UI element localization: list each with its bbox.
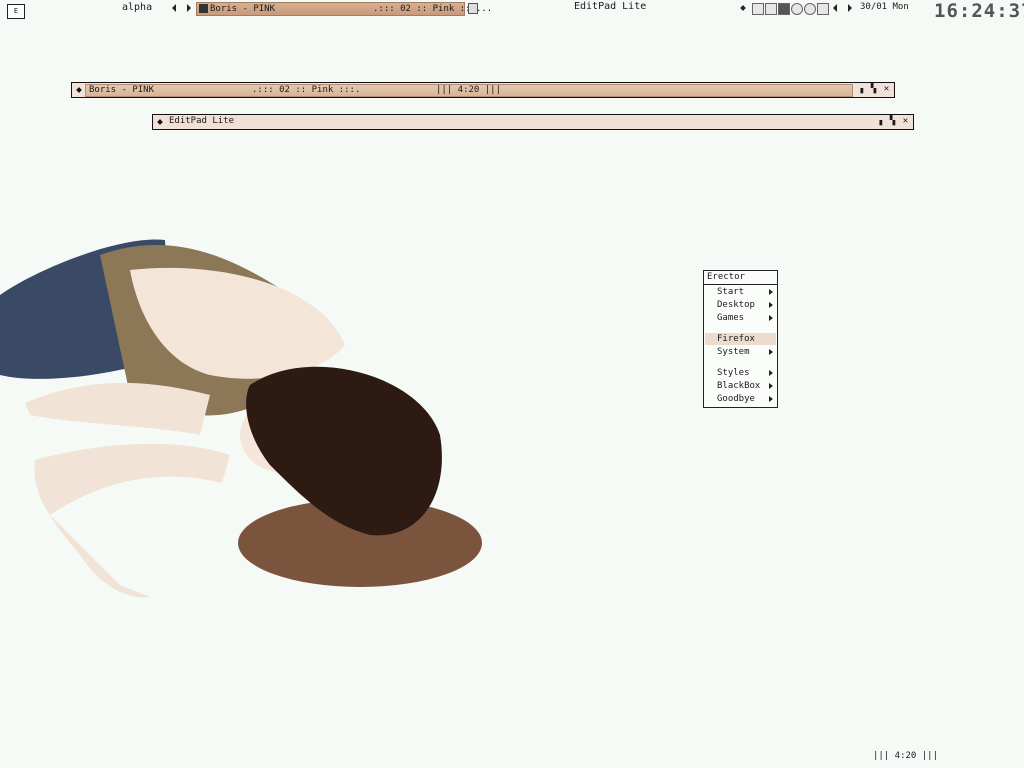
root-menu: Erector Start Desktop Games Firefox Syst… — [703, 270, 778, 408]
close-icon[interactable]: ✕ — [882, 85, 891, 94]
app-icon — [199, 4, 208, 13]
clock-date: 30/01 Mon — [860, 2, 909, 12]
menu-item-system[interactable]: System — [705, 346, 776, 358]
tray-icon-globe[interactable] — [804, 3, 816, 15]
maximize-icon[interactable]: ▚ — [888, 117, 897, 126]
next-workspace-icon[interactable] — [187, 4, 191, 12]
document-icon[interactable] — [468, 3, 478, 14]
focused-window-title: EditPad Lite — [574, 1, 647, 12]
menu-item-games[interactable]: Games — [705, 312, 776, 324]
toolbar: E alpha Boris - PINK .::: 02 :: Pink :::… — [0, 0, 1024, 22]
prev-workspace-icon[interactable] — [172, 4, 176, 12]
menu-item-label: Goodbye — [717, 394, 755, 404]
maximize-icon[interactable]: ▚ — [869, 85, 878, 94]
submenu-arrow-icon — [769, 302, 773, 308]
menu-item-blackbox[interactable]: BlackBox — [705, 380, 776, 392]
submenu-arrow-icon — [769, 396, 773, 402]
tray-icon-stop[interactable] — [778, 3, 790, 15]
workspace-name[interactable]: alpha — [122, 2, 152, 13]
menu-item-label: Desktop — [717, 300, 755, 310]
menu-item-label: BlackBox — [717, 381, 761, 391]
clock-time: 16:24:37 — [934, 0, 1024, 22]
root-menu-button[interactable]: E — [7, 4, 25, 19]
prev-arrow-icon[interactable] — [833, 4, 837, 12]
window-titlebar-boris[interactable]: Boris - PINK .::: 02 :: Pink :::. ||| 4:… — [71, 82, 895, 98]
menu-item-start[interactable]: Start — [705, 286, 776, 298]
close-icon[interactable]: ✕ — [901, 117, 910, 126]
next-arrow-icon[interactable] — [848, 4, 852, 12]
tray-icon-network[interactable] — [817, 3, 829, 15]
menu-item-label: Firefox — [717, 334, 755, 344]
window-menu-icon[interactable] — [157, 119, 163, 125]
tray-dot-icon — [740, 5, 746, 11]
minimize-icon[interactable]: ▗ — [856, 85, 865, 94]
menu-item-label: Styles — [717, 368, 750, 378]
submenu-arrow-icon — [769, 370, 773, 376]
menu-item-styles[interactable]: Styles — [705, 367, 776, 379]
window-titlebar-editpad[interactable]: EditPad Lite ▗ ▚ ✕ — [152, 114, 914, 130]
menu-item-goodbye[interactable]: Goodbye — [705, 393, 776, 405]
taskbar-item-boris[interactable]: Boris - PINK .::: 02 :: Pink :::... — [196, 2, 492, 16]
taskbar-item-title: Boris - PINK — [210, 4, 276, 14]
wallpaper-image — [0, 239, 482, 598]
menu-title: Erector — [704, 271, 777, 285]
window-title-area[interactable]: Boris - PINK .::: 02 :: Pink :::. ||| 4:… — [85, 84, 853, 97]
window-title-area[interactable]: EditPad Lite — [166, 116, 871, 127]
tray-icon-window[interactable] — [752, 3, 764, 15]
submenu-arrow-icon — [769, 349, 773, 355]
menu-item-label: System — [717, 347, 750, 357]
submenu-arrow-icon — [769, 383, 773, 389]
menu-item-label: Start — [717, 287, 745, 297]
window-track: .::: 02 :: Pink :::. — [252, 85, 361, 95]
window-title: Boris - PINK — [89, 85, 155, 95]
window-title: EditPad Lite — [169, 116, 235, 126]
minimize-icon[interactable]: ▗ — [875, 117, 884, 126]
submenu-arrow-icon — [769, 289, 773, 295]
window-menu-icon[interactable] — [76, 87, 82, 93]
menu-item-firefox[interactable]: Firefox — [705, 333, 776, 345]
menu-title-label: Erector — [707, 272, 745, 282]
menu-item-desktop[interactable]: Desktop — [705, 299, 776, 311]
menu-item-label: Games — [717, 313, 745, 323]
tray-icon-window[interactable] — [765, 3, 777, 15]
window-timer: ||| 4:20 ||| — [436, 85, 502, 95]
submenu-arrow-icon — [769, 315, 773, 321]
tray-icon-globe[interactable] — [791, 3, 803, 15]
bottom-timer: ||| 4:20 ||| — [873, 751, 939, 761]
